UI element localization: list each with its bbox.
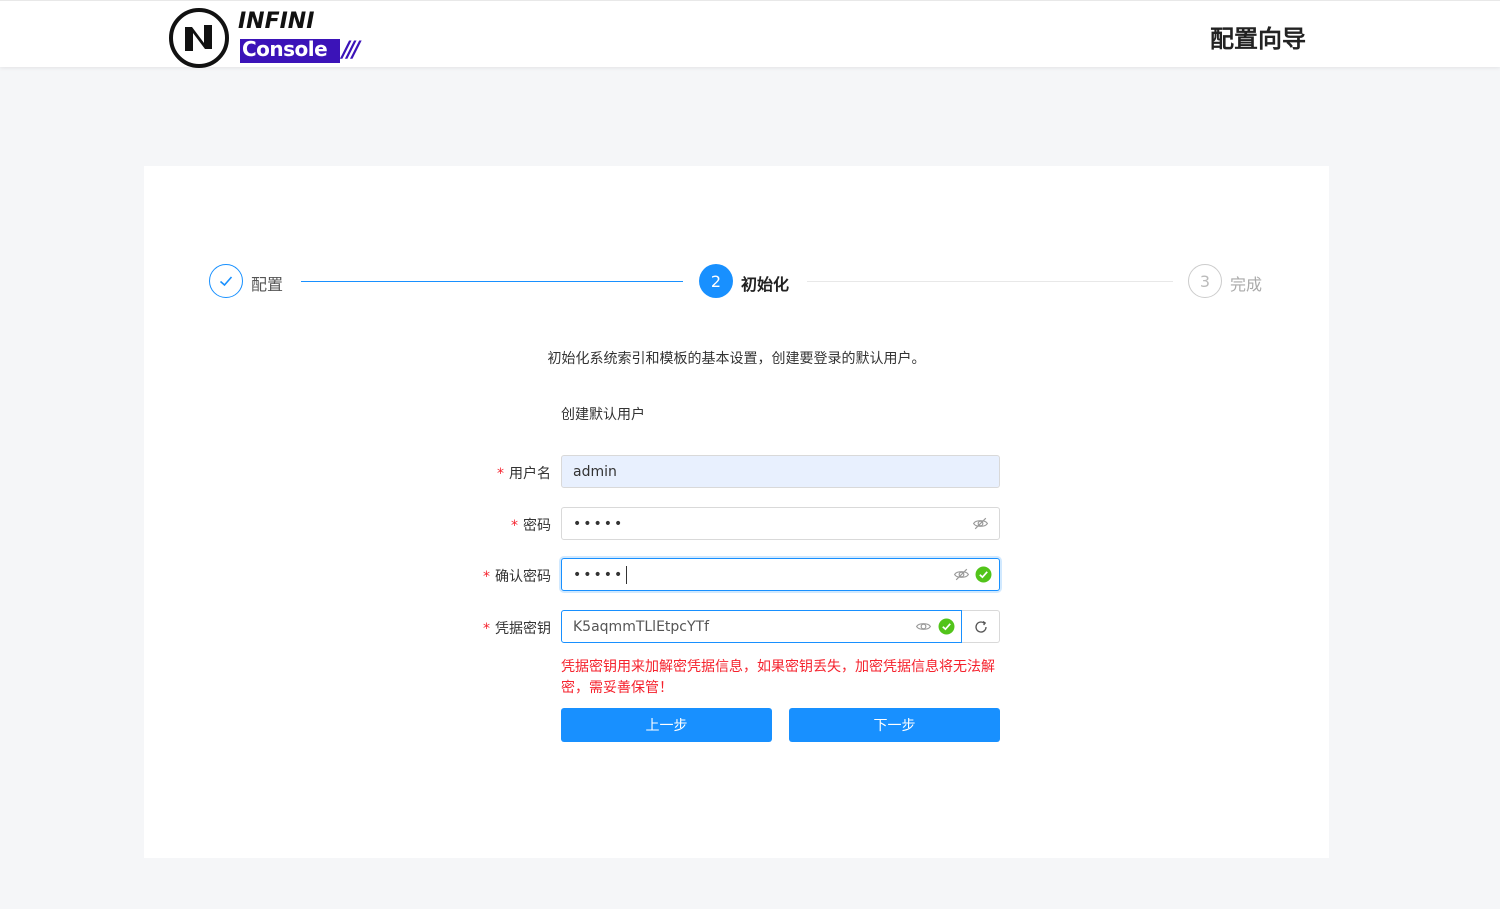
logo-console-text: Console [242, 37, 328, 61]
page-title: 配置向导 [1210, 25, 1306, 53]
confirm-password-input[interactable]: ••••• [561, 558, 1000, 591]
wizard-card: 配置 2 初始化 3 完成 初始化系统索引和模板的基本设置，创建要登录的默认用户… [144, 166, 1329, 858]
confirm-password-label-text: 确认密码 [495, 569, 551, 585]
step-2-number: 2 [710, 271, 722, 291]
next-step-button[interactable]: 下一步 [789, 708, 1000, 742]
section-title: 创建默认用户 [561, 407, 645, 423]
logo-infini-text: INFINI [238, 9, 315, 34]
prev-step-button[interactable]: 上一步 [561, 708, 772, 742]
infini-console-logo[interactable]: INFINI Console /// [168, 5, 378, 68]
step-1-connector [301, 281, 683, 282]
step-1-label: 配置 [251, 275, 284, 294]
step-3-label: 完成 [1230, 275, 1263, 294]
logo-slashes: /// [342, 38, 360, 63]
logo-n-icon [169, 8, 229, 68]
required-mark: * [483, 621, 490, 637]
step-2-icon: 2 [699, 264, 733, 298]
credential-key-input[interactable]: K5aqmmTLlEtpcYTf [561, 610, 962, 643]
password-input[interactable]: ••••• [561, 507, 1000, 540]
required-mark: * [511, 518, 518, 534]
required-mark: * [483, 569, 490, 585]
check-icon [219, 276, 233, 287]
credential-key-warning: 凭据密钥用来加解密凭据信息，如果密钥丢失，加密凭据信息将无法解密，需妥善保管！ [561, 659, 995, 696]
username-input[interactable]: admin [561, 455, 1000, 488]
eye-invisible-icon[interactable] [953, 566, 970, 583]
eye-invisible-icon[interactable] [972, 515, 989, 532]
username-label: * 用户名 [351, 463, 551, 483]
step-2-label: 初始化 [741, 275, 790, 294]
credential-key-value: K5aqmmTLlEtpcYTf [573, 618, 710, 635]
step-1-icon [209, 264, 243, 298]
success-check-icon [938, 618, 955, 635]
top-header: INFINI Console /// 配置向导 [0, 0, 1500, 68]
credential-key-label-text: 凭据密钥 [495, 621, 551, 637]
step-2-connector [807, 281, 1173, 282]
username-value: admin [573, 463, 617, 480]
reload-icon [974, 620, 987, 633]
required-mark: * [497, 466, 504, 482]
step-3-icon: 3 [1188, 264, 1222, 298]
step-3-number: 3 [1199, 271, 1211, 291]
confirm-password-label: * 确认密码 [351, 566, 551, 586]
regenerate-key-button[interactable] [962, 610, 1000, 643]
success-check-icon [975, 566, 992, 583]
username-label-text: 用户名 [509, 466, 551, 482]
text-caret [626, 565, 628, 584]
confirm-password-value: ••••• [573, 566, 625, 583]
password-label-text: 密码 [523, 518, 551, 534]
credential-key-label: * 凭据密钥 [351, 618, 551, 638]
password-label: * 密码 [351, 515, 551, 535]
eye-icon[interactable] [915, 618, 932, 635]
password-value: ••••• [573, 515, 625, 532]
intro-text: 初始化系统索引和模板的基本设置，创建要登录的默认用户。 [547, 351, 926, 367]
